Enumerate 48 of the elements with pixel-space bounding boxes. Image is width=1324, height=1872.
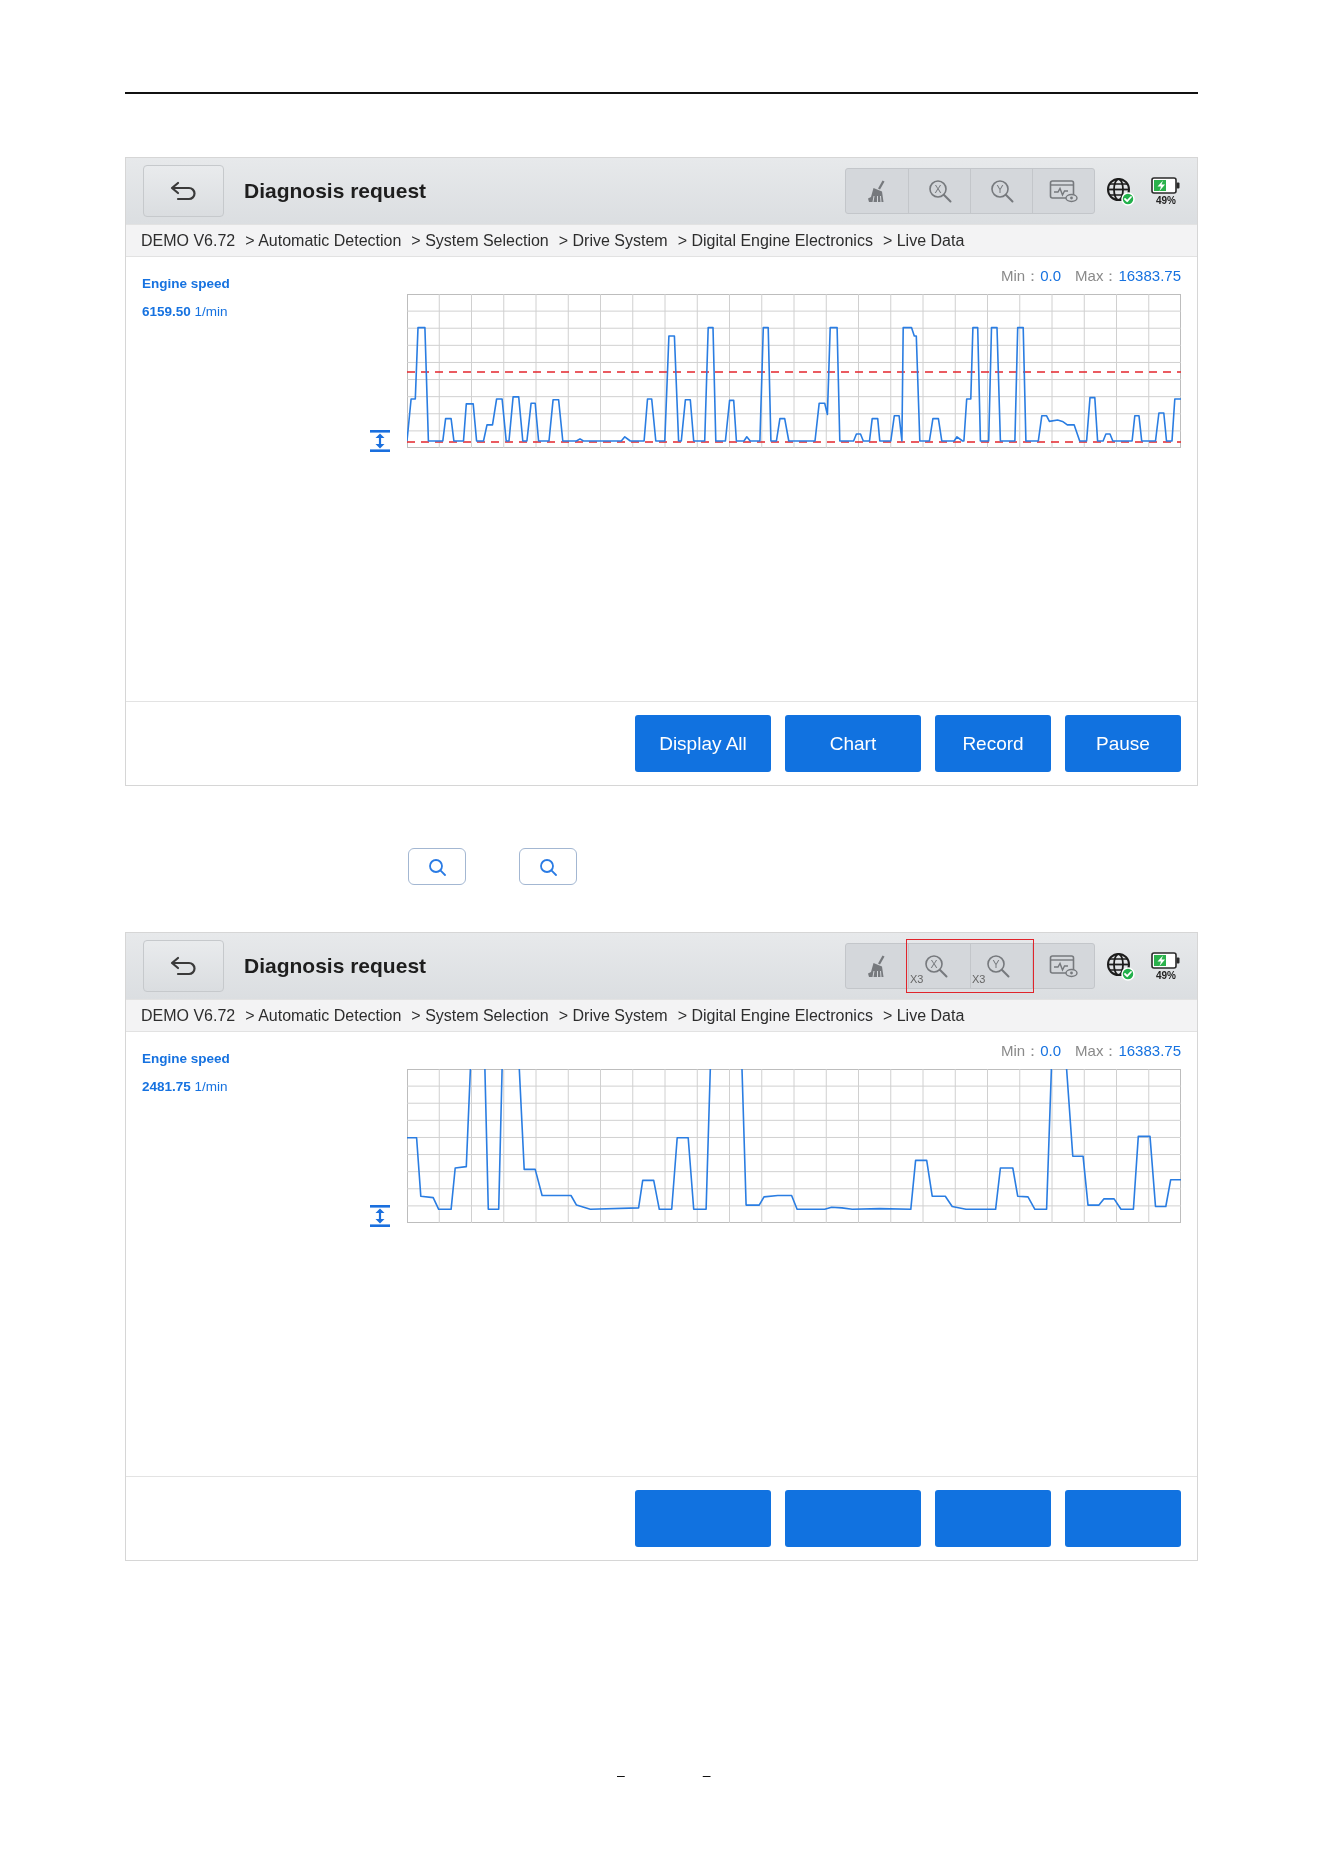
globe-icon: [1106, 951, 1135, 981]
globe-icon: [1106, 176, 1135, 206]
monitor-eye-icon: [1049, 179, 1078, 203]
search-button[interactable]: [519, 848, 577, 885]
monitor-eye-icon: [1049, 954, 1078, 978]
breadcrumb-item[interactable]: DEMO V6.72: [141, 1006, 236, 1025]
action-button[interactable]: Chart: [785, 715, 921, 772]
back-button[interactable]: [143, 940, 224, 992]
breadcrumb-item[interactable]: > Digital Engine Electronics: [677, 231, 873, 250]
breadcrumb-item[interactable]: > Drive System: [558, 1006, 668, 1025]
resize-icon[interactable]: [369, 430, 391, 452]
search-icon: [539, 857, 557, 876]
zoom-button[interactable]: X3 X: [908, 944, 970, 988]
search-icon: [428, 857, 446, 876]
max-readout: Max：16383.75: [1075, 1041, 1181, 1061]
signal-name: Engine speed: [142, 1051, 231, 1066]
search-button[interactable]: [408, 848, 466, 885]
signal-reading: 6159.50 1/min: [142, 304, 229, 319]
screen-title: Diagnosis request: [244, 954, 428, 978]
breadcrumb-item[interactable]: > Automatic Detection: [245, 1006, 402, 1025]
back-arrow-icon: [168, 181, 199, 201]
action-button[interactable]: Pause: [1065, 715, 1181, 772]
breadcrumb-item[interactable]: > Automatic Detection: [245, 231, 402, 250]
max-readout: Max：16383.75: [1075, 266, 1181, 286]
screen-title: Diagnosis request: [244, 179, 428, 203]
zoom-button[interactable]: X3 Y: [970, 944, 1032, 988]
back-arrow-icon: [168, 956, 199, 976]
min-readout: Min：0.0: [1001, 1041, 1062, 1061]
page-mark: –: [617, 1767, 625, 1783]
breadcrumb-item[interactable]: > Live Data: [882, 231, 965, 250]
battery-percent: 49%: [1156, 194, 1176, 206]
signal-reading: 2481.75 1/min: [142, 1079, 229, 1094]
battery-icon: [1151, 176, 1181, 194]
battery-icon: [1151, 951, 1181, 969]
breadcrumb-item[interactable]: > Live Data: [882, 1006, 965, 1025]
action-button[interactable]: Record: [935, 715, 1051, 772]
action-button[interactable]: Display All: [635, 715, 771, 772]
resize-icon[interactable]: [369, 1205, 391, 1227]
signal-name: Engine speed: [142, 276, 231, 291]
min-readout: Min：0.0: [1001, 266, 1062, 286]
breadcrumb-item[interactable]: > Digital Engine Electronics: [677, 1006, 873, 1025]
battery-percent: 49%: [1156, 969, 1176, 981]
page-mark: –: [702, 1767, 711, 1783]
back-button[interactable]: [143, 165, 224, 217]
breadcrumb-item[interactable]: > Drive System: [558, 231, 668, 250]
breadcrumb-item[interactable]: DEMO V6.72: [141, 231, 236, 250]
breadcrumb-item[interactable]: > System Selection: [411, 1006, 549, 1025]
breadcrumb-item[interactable]: > System Selection: [411, 231, 549, 250]
